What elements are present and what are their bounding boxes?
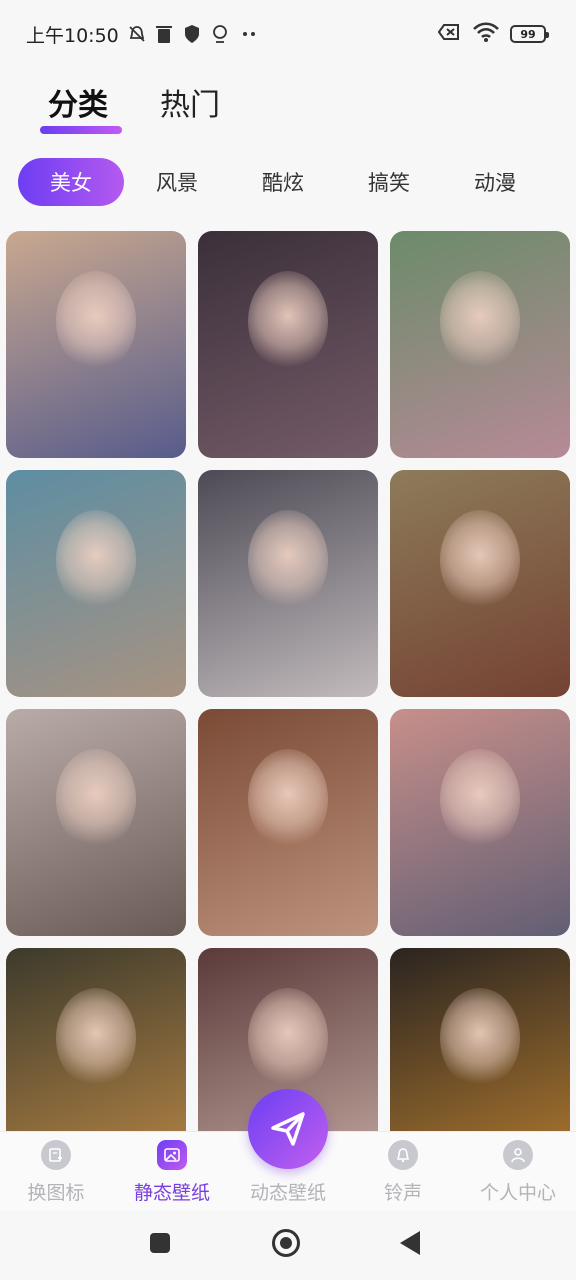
top-tabs: 分类 热门 xyxy=(40,72,220,134)
wallpaper-subject xyxy=(248,510,328,610)
wallpaper-grid xyxy=(6,231,570,1131)
wallpaper-subject xyxy=(440,749,520,849)
chip-anime[interactable]: 动漫 xyxy=(442,158,548,206)
wallpaper-tile[interactable] xyxy=(6,709,186,936)
wallpaper-image xyxy=(390,470,570,697)
nav-static-wallpaper[interactable]: 静态壁纸 xyxy=(116,1140,228,1205)
wallpaper-subject xyxy=(440,510,520,610)
tab-category-label: 分类 xyxy=(48,88,108,123)
trash-icon xyxy=(155,24,175,44)
nav-static-wallpaper-label: 静态壁纸 xyxy=(133,1182,210,1204)
wallpaper-subject xyxy=(56,271,136,371)
mute-icon xyxy=(127,24,147,44)
wallpaper-subject xyxy=(248,271,328,371)
wallpaper-tile[interactable] xyxy=(6,948,186,1131)
nav-profile[interactable]: 个人中心 xyxy=(462,1140,574,1205)
wallpaper-image xyxy=(390,231,570,458)
wallpaper-image xyxy=(198,231,378,458)
wallpaper-tile[interactable] xyxy=(198,709,378,936)
chip-funny[interactable]: 搞笑 xyxy=(336,158,442,206)
tab-popular[interactable]: 热门 xyxy=(160,80,220,124)
nav-change-icon-label: 换图标 xyxy=(27,1182,85,1204)
back-button[interactable] xyxy=(400,1231,420,1255)
user-icon xyxy=(503,1140,533,1170)
wallpaper-subject xyxy=(56,988,136,1088)
wallpaper-subject xyxy=(56,510,136,610)
chip-scenery[interactable]: 风景 xyxy=(124,158,230,206)
wallpaper-image xyxy=(198,470,378,697)
recent-apps-button[interactable] xyxy=(150,1233,170,1253)
location-icon xyxy=(211,24,231,44)
chip-beauty[interactable]: 美女 xyxy=(18,158,124,206)
status-right: 99 xyxy=(437,21,549,47)
wifi-icon xyxy=(472,21,500,47)
send-icon xyxy=(271,1112,305,1146)
home-button[interactable] xyxy=(272,1229,300,1257)
status-left: 上午10:50 xyxy=(26,21,259,48)
wallpaper-tile[interactable] xyxy=(198,231,378,458)
wallpaper-tile[interactable] xyxy=(6,231,186,458)
wallpaper-tile[interactable] xyxy=(390,948,570,1131)
nav-change-icon[interactable]: 换图标 xyxy=(0,1140,112,1205)
system-nav-bar xyxy=(0,1211,576,1280)
nav-live-wallpaper-label: 动态壁纸 xyxy=(249,1182,326,1204)
category-chips: 美女 风景 酷炫 搞笑 动漫 xyxy=(18,158,558,206)
nav-profile-label: 个人中心 xyxy=(479,1182,556,1204)
live-wallpaper-fab[interactable] xyxy=(248,1089,328,1169)
shield-icon xyxy=(183,24,203,44)
nav-ringtone-label: 铃声 xyxy=(383,1182,422,1204)
bell-icon xyxy=(388,1140,418,1170)
wallpaper-image xyxy=(390,948,570,1131)
more-icon xyxy=(239,24,259,44)
sim-off-icon xyxy=(437,22,462,46)
image-edit-icon xyxy=(41,1140,71,1170)
status-bar: 上午10:50 99 xyxy=(0,0,576,68)
tab-popular-label: 热门 xyxy=(160,88,220,123)
wallpaper-image xyxy=(198,709,378,936)
wallpaper-image xyxy=(6,709,186,936)
battery-icon: 99 xyxy=(510,25,549,43)
wallpaper-tile[interactable] xyxy=(6,470,186,697)
chip-cool[interactable]: 酷炫 xyxy=(230,158,336,206)
active-tab-underline xyxy=(40,126,122,134)
wallpaper-subject xyxy=(248,749,328,849)
wallpaper-image xyxy=(390,709,570,936)
wallpaper-tile[interactable] xyxy=(390,709,570,936)
wallpaper-tile[interactable] xyxy=(390,231,570,458)
wallpaper-subject xyxy=(440,988,520,1088)
wallpaper-image xyxy=(6,470,186,697)
wallpaper-image xyxy=(6,948,186,1131)
wallpaper-image xyxy=(6,231,186,458)
wallpaper-subject xyxy=(440,271,520,371)
picture-icon xyxy=(157,1140,187,1170)
wallpaper-subject xyxy=(248,988,328,1088)
status-time: 上午10:50 xyxy=(26,24,119,47)
tab-category[interactable]: 分类 xyxy=(40,80,122,134)
nav-ringtone[interactable]: 铃声 xyxy=(347,1140,459,1205)
wallpaper-tile[interactable] xyxy=(390,470,570,697)
wallpaper-tile[interactable] xyxy=(198,470,378,697)
wallpaper-subject xyxy=(56,749,136,849)
